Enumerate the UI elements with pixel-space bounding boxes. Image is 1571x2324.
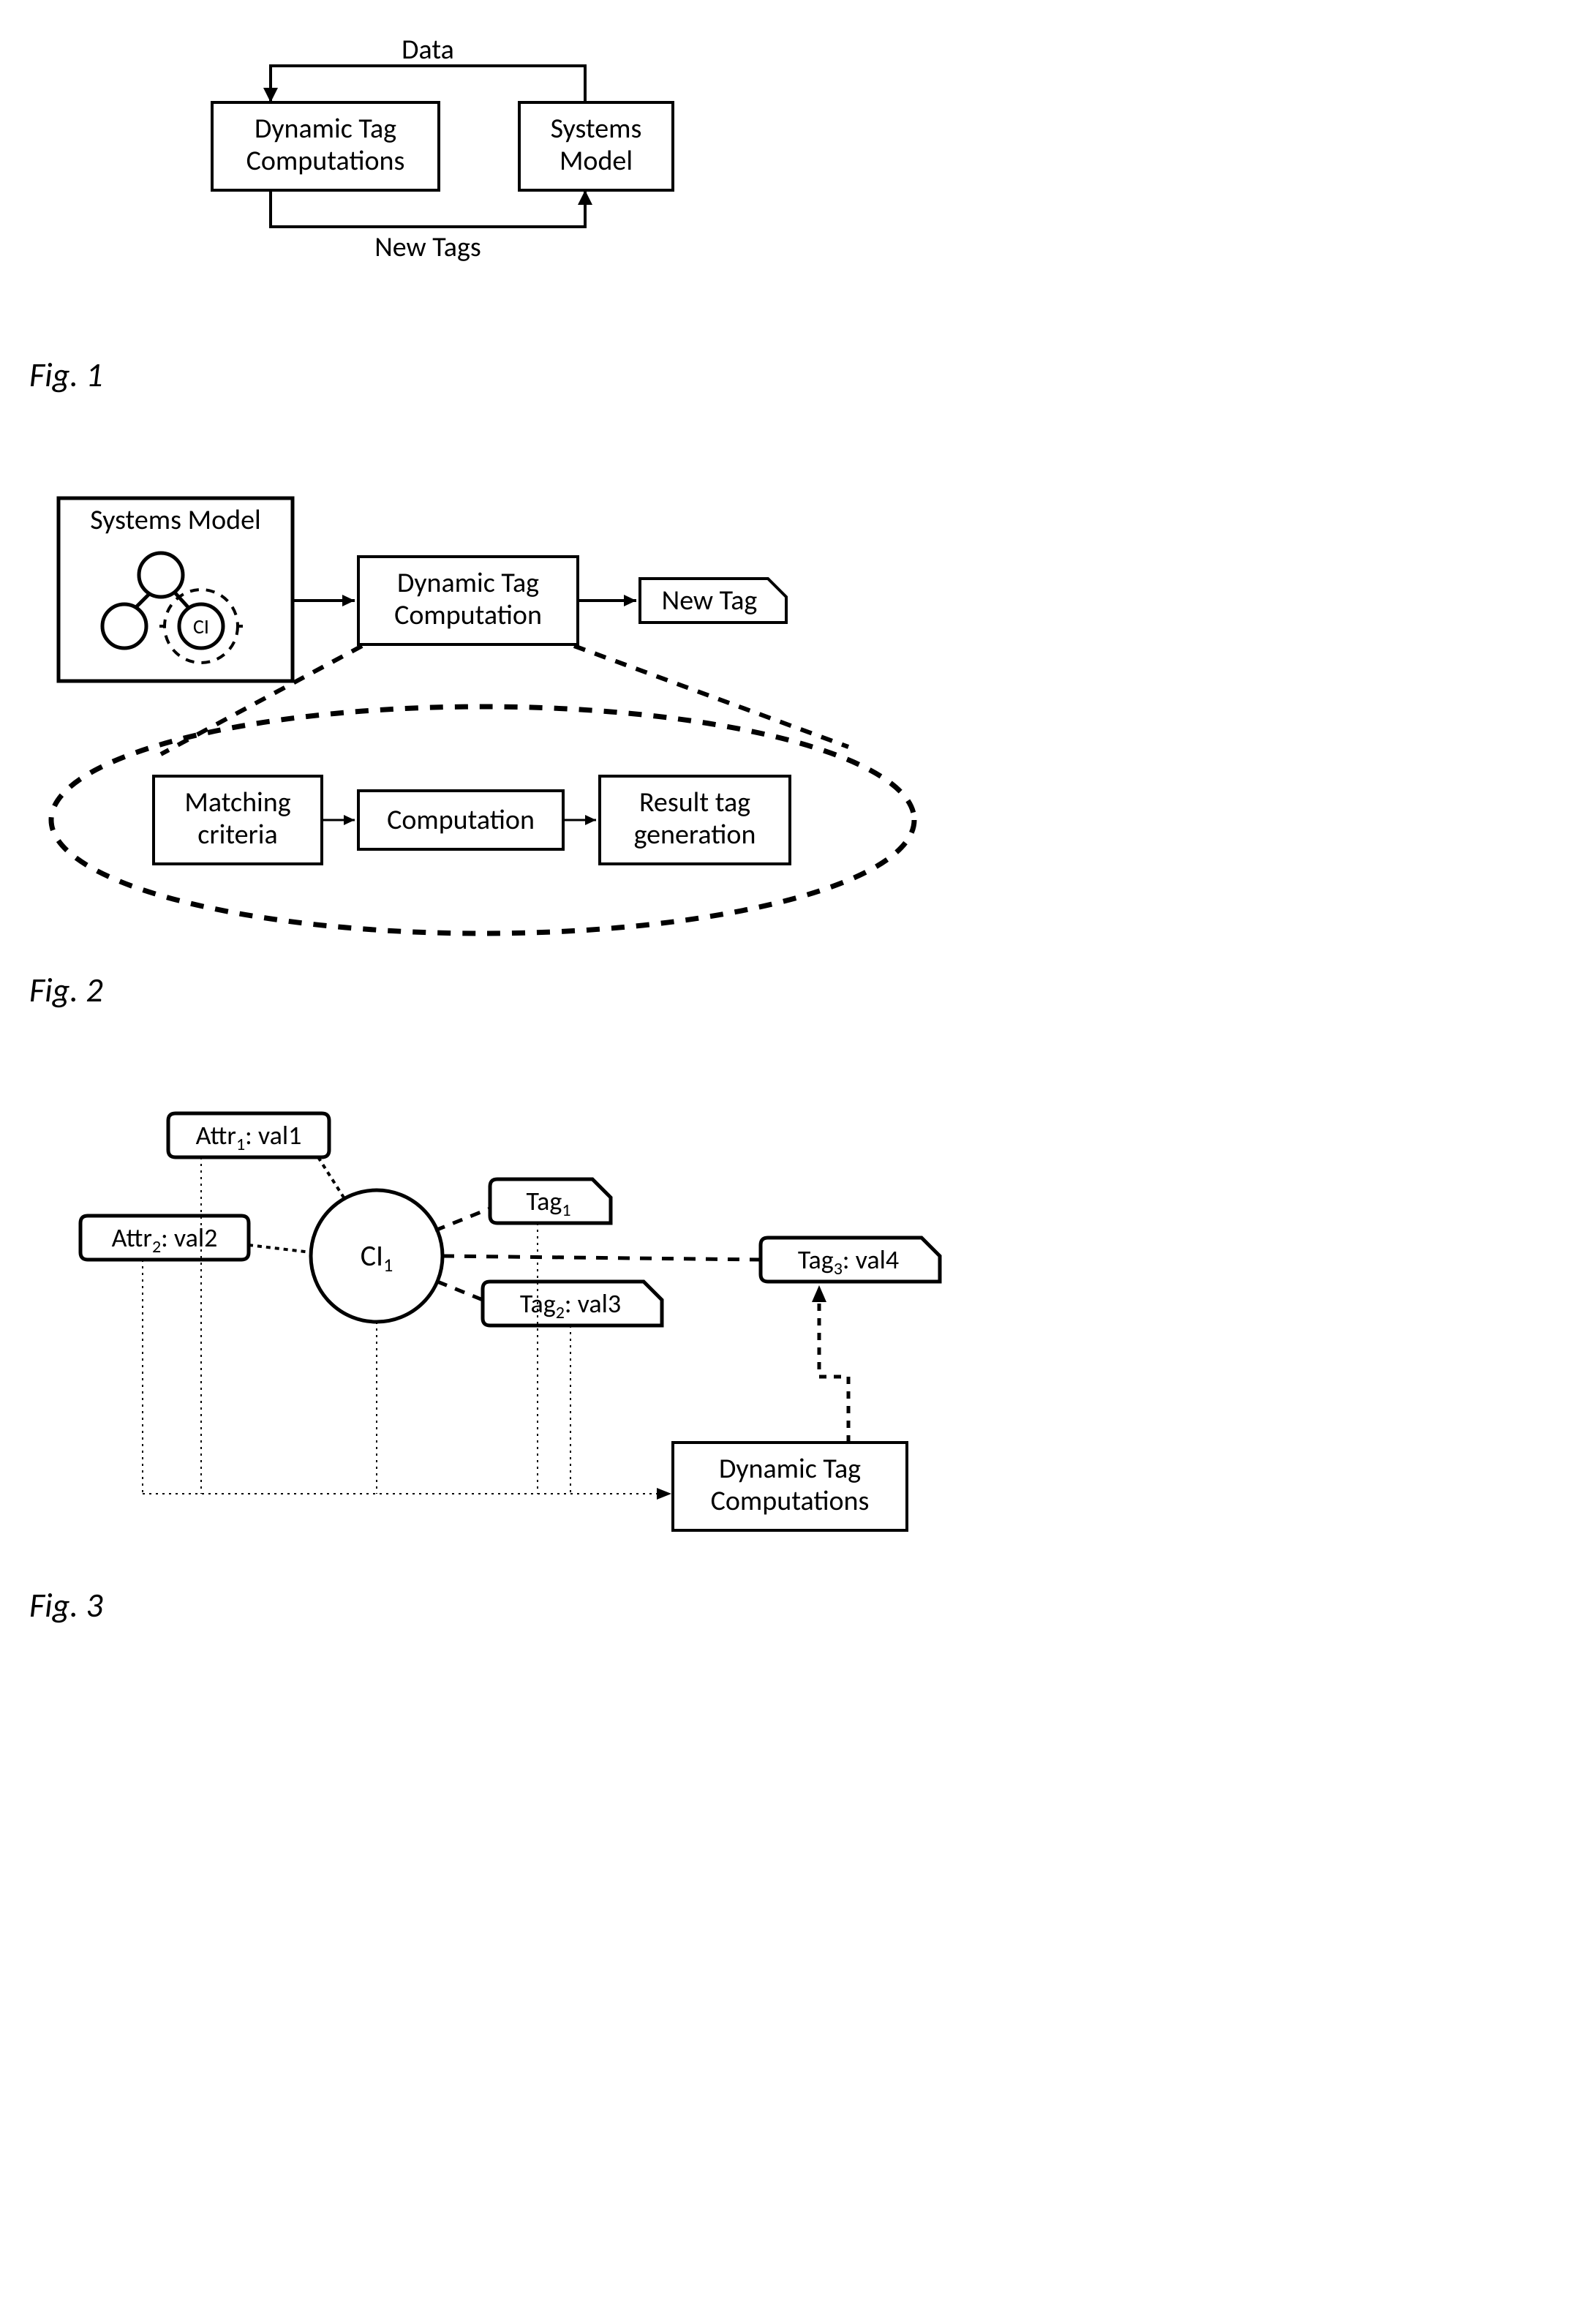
fig3-svg: CI1 Attr1: val1 Attr2: val2 Tag1 Tag2: v… bbox=[29, 1099, 1053, 1567]
matching-line1: Matching bbox=[184, 786, 290, 819]
fig1-label: Fig. 1 bbox=[29, 355, 1542, 396]
arrow-newtags-head bbox=[578, 190, 592, 205]
arrow-sub2-head bbox=[585, 815, 596, 825]
fig2-label: Fig. 2 bbox=[29, 970, 1542, 1011]
label-newtags: New Tags bbox=[374, 230, 481, 264]
arrow-newtags bbox=[271, 190, 585, 227]
dtc-line1: Dynamic Tag bbox=[397, 566, 539, 600]
dtc-line2: Computation bbox=[394, 598, 542, 632]
fig3-label: Fig. 3 bbox=[29, 1585, 1542, 1626]
tag2-label: Tag2: val3 bbox=[520, 1287, 621, 1323]
arrow-to-dtc-head bbox=[342, 595, 355, 606]
dtc3-line2: Computations bbox=[711, 1484, 870, 1518]
ci-node-label: CI bbox=[193, 614, 209, 639]
arrow-data-head bbox=[263, 88, 278, 102]
attr2-link bbox=[249, 1245, 311, 1252]
arrow-data bbox=[271, 66, 585, 102]
arrow-to-newtag-head bbox=[624, 595, 636, 606]
tag1-link bbox=[435, 1208, 490, 1230]
matching-line2: criteria bbox=[197, 818, 277, 851]
attr1-link bbox=[318, 1157, 344, 1197]
figure-2: Systems Model CI Dynamic Tag Computation… bbox=[29, 484, 1542, 1011]
fig2-svg: Systems Model CI Dynamic Tag Computation… bbox=[29, 484, 1053, 952]
figure-1: Data Dynamic Tag Computations Systems Mo… bbox=[29, 29, 1542, 396]
fig1-svg: Data Dynamic Tag Computations Systems Mo… bbox=[29, 29, 834, 336]
callout-line-right bbox=[574, 646, 848, 747]
dtc-to-tag3 bbox=[819, 1290, 848, 1443]
collector-arrowhead bbox=[657, 1488, 671, 1500]
figure-3: CI1 Attr1: val1 Attr2: val2 Tag1 Tag2: v… bbox=[29, 1099, 1542, 1626]
result-line1: Result tag bbox=[639, 786, 750, 819]
tag3-link bbox=[442, 1256, 761, 1260]
new-tag-label: New Tag bbox=[662, 584, 758, 617]
box-dynamic-tag-line1: Dynamic Tag bbox=[255, 112, 396, 146]
result-line2: generation bbox=[634, 818, 756, 851]
attr2-label: Attr2: val2 bbox=[112, 1222, 218, 1257]
dtc-to-tag3-head bbox=[812, 1285, 826, 1302]
tag3-label: Tag3: val4 bbox=[798, 1244, 899, 1279]
label-data: Data bbox=[402, 33, 454, 67]
tag2-link bbox=[437, 1282, 483, 1300]
box-systems-model-line2: Model bbox=[560, 144, 633, 178]
arrow-sub1-head bbox=[344, 815, 355, 825]
computation-label: Computation bbox=[387, 803, 535, 837]
box-dynamic-tag-line2: Computations bbox=[246, 144, 405, 178]
box-systems-model-line1: Systems bbox=[551, 112, 642, 146]
systems-model-label: Systems Model bbox=[90, 503, 260, 537]
dtc3-line1: Dynamic Tag bbox=[719, 1452, 861, 1486]
attr1-label: Attr1: val1 bbox=[196, 1119, 302, 1155]
